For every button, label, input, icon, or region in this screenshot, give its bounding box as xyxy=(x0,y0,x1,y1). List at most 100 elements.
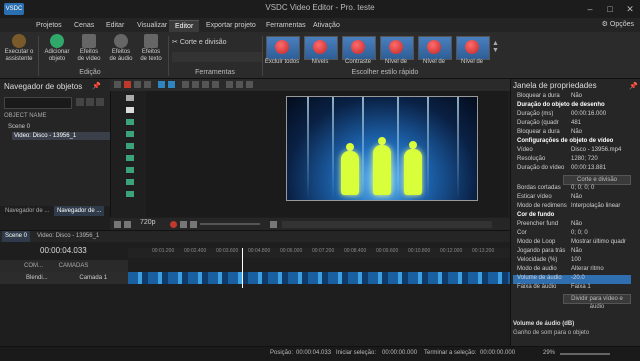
fullscreen-icon[interactable] xyxy=(114,221,121,228)
redo-icon[interactable] xyxy=(168,81,175,88)
close-icon[interactable]: ✕ xyxy=(620,0,640,18)
grid-icon[interactable] xyxy=(236,81,243,88)
paste-icon[interactable] xyxy=(144,81,151,88)
ribbon: Executar o assistente Adicionar objeto E… xyxy=(0,32,640,79)
property-row[interactable]: Volume de áudio -20.0 xyxy=(513,275,631,284)
tab-scene[interactable]: Scene 0 xyxy=(2,231,31,242)
property-row[interactable]: Jogando para trás Não xyxy=(513,248,631,257)
video-preview[interactable] xyxy=(286,96,478,201)
wizard-button[interactable]: Executar o assistente xyxy=(4,34,34,63)
style-thumb[interactable] xyxy=(456,36,490,60)
property-row[interactable]: Esticar vídeo Não xyxy=(513,194,631,203)
property-row[interactable]: Modo de redimens Interpolação linear xyxy=(513,203,631,212)
split-audio-button[interactable]: Dividir para vídeo e áudio xyxy=(563,294,631,310)
tree-item-scene[interactable]: Scene 0 xyxy=(8,124,30,130)
style-thumb[interactable] xyxy=(380,36,414,60)
menu-ferramentas[interactable]: Ferramentas xyxy=(260,20,312,32)
cursor-icon[interactable] xyxy=(126,95,134,101)
shape-tool-icon[interactable] xyxy=(126,131,134,137)
property-row[interactable]: Cor 0; 0; 0 xyxy=(513,230,631,239)
maximize-icon[interactable]: □ xyxy=(600,0,620,18)
resolution-select[interactable]: 720p xyxy=(140,219,156,226)
zoom-slider[interactable] xyxy=(560,353,610,355)
property-row[interactable]: Duração (quadr 481 xyxy=(513,120,631,129)
blend-mode-select[interactable]: Blendi... xyxy=(26,275,48,281)
tools-toolbar[interactable] xyxy=(172,52,262,62)
property-section[interactable]: Cor de fundo xyxy=(513,212,631,221)
shape-tool-icon[interactable] xyxy=(126,155,134,161)
property-row[interactable]: Duração (ms) 00:00:16.000 xyxy=(513,111,631,120)
property-row[interactable]: Velocidade (%) 100 xyxy=(513,257,631,266)
text-effects-button[interactable]: Efeitos de texto xyxy=(136,34,166,63)
align-icon[interactable] xyxy=(212,81,219,88)
property-row[interactable]: Bloquear a dura Não xyxy=(513,93,631,102)
property-row[interactable]: Modo de Loop Mostrar último quadr xyxy=(513,239,631,248)
toolbar-icon[interactable] xyxy=(96,98,104,106)
property-row[interactable]: Resolução 1280; 720 xyxy=(513,156,631,165)
styles-scroll-icon[interactable]: ▲ ▼ xyxy=(492,40,499,54)
align-icon[interactable] xyxy=(202,81,209,88)
shape-tool-icon[interactable] xyxy=(126,167,134,173)
tab-objects[interactable]: Navegador de ... xyxy=(2,206,52,216)
play-icon[interactable] xyxy=(180,221,187,228)
grid-icon[interactable] xyxy=(246,81,253,88)
style-thumb[interactable] xyxy=(266,36,300,60)
property-section[interactable]: Duração do objeto de desenho xyxy=(513,102,631,111)
zoom-icon[interactable] xyxy=(124,221,131,228)
copy-icon[interactable] xyxy=(134,81,141,88)
style-thumb[interactable] xyxy=(304,36,338,60)
property-section[interactable]: Configurações de objeto de vídeo xyxy=(513,138,631,147)
shape-tool-icon[interactable] xyxy=(126,191,134,197)
property-row[interactable]: Bloquear a dura Não xyxy=(513,129,631,138)
transport-controls[interactable] xyxy=(282,221,492,228)
video-effects-button[interactable]: Efeitos de vídeo xyxy=(74,34,104,63)
pin-icon[interactable]: 📌 xyxy=(629,82,638,90)
property-row[interactable]: Preencher fund Não xyxy=(513,221,631,230)
menu-icon[interactable] xyxy=(114,81,121,88)
grid-icon[interactable] xyxy=(226,81,233,88)
audio-effects-button[interactable]: Efeitos de áudio xyxy=(106,34,136,63)
close-icon[interactable] xyxy=(124,81,131,88)
shape-tool-icon[interactable] xyxy=(126,143,134,149)
menu-ativacao[interactable]: Ativação xyxy=(307,20,346,32)
toolbar-icon[interactable] xyxy=(86,98,94,106)
toolbar-icon[interactable] xyxy=(76,98,84,106)
menu-visualizar[interactable]: Visualizar xyxy=(131,20,173,32)
menu-editar[interactable]: Editar xyxy=(100,20,130,32)
menu-projetos[interactable]: Projetos xyxy=(30,20,68,32)
options-button[interactable]: ⚙ Opções xyxy=(602,20,634,28)
style-thumb[interactable] xyxy=(418,36,452,60)
add-object-button[interactable]: Adicionar objeto xyxy=(42,34,72,63)
record-icon[interactable] xyxy=(170,221,177,228)
object-search-input[interactable] xyxy=(4,97,72,109)
property-row[interactable]: Modo de audio Alterar ritmo xyxy=(513,266,631,275)
stop-icon[interactable] xyxy=(190,221,197,228)
property-row[interactable]: Bordas cortadas 0; 0; 0; 0 xyxy=(513,185,631,194)
seek-slider[interactable] xyxy=(200,223,260,225)
undo-icon[interactable] xyxy=(158,81,165,88)
cut-split-button[interactable]: ✂ Corte e divisão xyxy=(172,38,227,46)
minimize-icon[interactable]: – xyxy=(580,0,600,18)
video-clip[interactable] xyxy=(128,272,510,284)
pin-icon[interactable]: 📌 xyxy=(92,82,101,90)
track-header[interactable]: Blendi... Camada 1 xyxy=(0,272,128,284)
tab-resources[interactable]: Navegador de ... xyxy=(54,206,105,216)
property-row[interactable]: Faixa de áudio Faixa 1 xyxy=(513,284,631,293)
playhead[interactable] xyxy=(242,248,243,288)
align-icon[interactable] xyxy=(182,81,189,88)
menu-cenas[interactable]: Cenas xyxy=(68,20,100,32)
cut-split-prop-button[interactable]: Corte e divisão xyxy=(563,175,631,185)
style-thumb[interactable] xyxy=(342,36,376,60)
property-row[interactable]: Duração do vídeo 00:00:13.881 xyxy=(513,165,631,174)
time-ruler[interactable]: 00:01.200 00:02.400 00:03.600 00:04.800 … xyxy=(128,248,510,258)
tab-video[interactable]: Video: Disco - 13956_1 xyxy=(34,231,102,242)
property-row[interactable]: Vídeo Disco - 13956.mp4 xyxy=(513,147,631,156)
menu-exportar[interactable]: Exportar projeto xyxy=(200,20,262,32)
add-object-label-2: objeto xyxy=(48,56,66,62)
shape-tool-icon[interactable] xyxy=(126,119,134,125)
shape-tool-icon[interactable] xyxy=(126,179,134,185)
align-icon[interactable] xyxy=(192,81,199,88)
text-tool-icon[interactable] xyxy=(126,107,134,113)
clock-icon[interactable] xyxy=(270,221,277,228)
tree-item-video[interactable]: Video: Disco - 13956_1 xyxy=(12,132,110,140)
